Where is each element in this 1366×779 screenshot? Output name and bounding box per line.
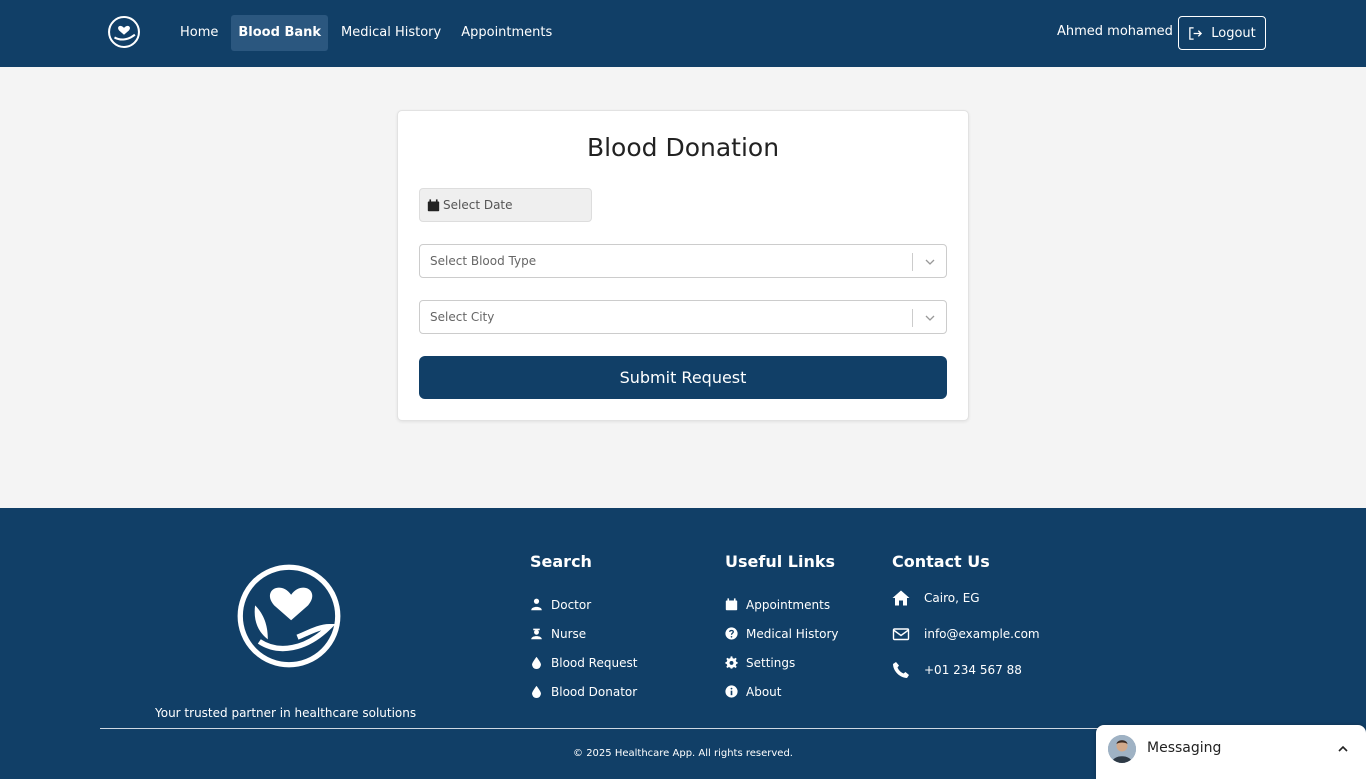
- contact-label: Cairo, EG: [924, 591, 980, 605]
- blood-drop-icon: [532, 685, 541, 698]
- blood-type-select[interactable]: Select Blood Type: [419, 244, 947, 278]
- footer-search-title: Search: [530, 552, 592, 571]
- footer-logo-icon: [237, 564, 341, 668]
- nav-appointments[interactable]: Appointments: [454, 15, 559, 51]
- footer-link-settings[interactable]: Settings: [725, 648, 838, 677]
- date-picker[interactable]: Select Date: [419, 188, 592, 222]
- nav-home[interactable]: Home: [173, 15, 225, 51]
- footer-link-label: Blood Donator: [551, 684, 638, 699]
- footer-contact-list: Cairo, EG info@example.com +01 234 567 8…: [892, 580, 1040, 688]
- messaging-widget[interactable]: Messaging: [1096, 725, 1366, 779]
- home-icon: [892, 590, 910, 606]
- chevron-down-icon: [925, 315, 935, 321]
- footer-link-label: Settings: [746, 655, 796, 670]
- blood-donation-card: Blood Donation Select Date Select Blood …: [397, 110, 969, 421]
- select-separator: [912, 253, 913, 271]
- messaging-label: Messaging: [1147, 740, 1222, 756]
- contact-label: +01 234 567 88: [924, 663, 1022, 677]
- footer-link-about[interactable]: About: [725, 677, 838, 706]
- footer-link-nurse[interactable]: Nurse: [530, 619, 637, 648]
- logout-label: Logout: [1211, 25, 1256, 41]
- navbar: Home Blood Bank Medical History Appointm…: [0, 0, 1366, 67]
- chevron-up-icon[interactable]: [1337, 743, 1349, 755]
- contact-label: info@example.com: [924, 627, 1040, 641]
- app-logo-icon[interactable]: [107, 15, 141, 49]
- user-md-icon: [531, 598, 542, 611]
- contact-phone[interactable]: +01 234 567 88: [892, 652, 1040, 688]
- footer-link-medical-history[interactable]: Medical History: [725, 619, 838, 648]
- phone-icon: [893, 662, 909, 678]
- user-name: Ahmed mohamed: [1057, 24, 1173, 39]
- nav-links: Home Blood Bank Medical History Appointm…: [173, 15, 565, 51]
- avatar: [1108, 735, 1136, 763]
- date-placeholder: Select Date: [443, 198, 513, 212]
- footer-divider: [100, 728, 1266, 729]
- city-select[interactable]: Select City: [419, 300, 947, 334]
- footer-link-label: Appointments: [746, 597, 831, 612]
- footer-link-label: Blood Request: [551, 655, 638, 670]
- city-placeholder: Select City: [430, 310, 495, 324]
- nav-medical-history[interactable]: Medical History: [334, 15, 448, 51]
- footer-useful-title: Useful Links: [725, 552, 836, 571]
- chevron-down-icon: [925, 259, 935, 265]
- info-icon: [725, 685, 738, 698]
- footer-link-blood-donator[interactable]: Blood Donator: [530, 677, 637, 706]
- select-separator: [912, 309, 913, 327]
- footer-link-label: Doctor: [551, 597, 592, 612]
- footer-link-label: About: [746, 684, 782, 699]
- footer-useful-list: Appointments Medical History Settings Ab…: [725, 590, 838, 706]
- logout-button[interactable]: Logout: [1178, 16, 1266, 50]
- footer-search-list: Doctor Nurse Blood Request Blood Donator: [530, 590, 637, 706]
- submit-request-button[interactable]: Submit Request: [419, 356, 947, 399]
- contact-address: Cairo, EG: [892, 580, 1040, 616]
- blood-drop-icon: [532, 656, 541, 669]
- calendar-icon: [427, 198, 440, 211]
- nav-blood-bank[interactable]: Blood Bank: [231, 15, 329, 51]
- contact-email[interactable]: info@example.com: [892, 616, 1040, 652]
- footer-link-label: Medical History: [746, 626, 839, 641]
- envelope-icon: [892, 628, 910, 641]
- avatar-icon: [1108, 735, 1136, 763]
- question-icon: [725, 627, 738, 640]
- footer-link-doctor[interactable]: Doctor: [530, 590, 637, 619]
- footer-link-label: Nurse: [551, 626, 587, 641]
- blood-type-placeholder: Select Blood Type: [430, 254, 537, 268]
- nurse-icon: [531, 628, 542, 640]
- logout-icon: [1189, 26, 1203, 40]
- gear-icon: [725, 656, 738, 669]
- footer-link-appointments[interactable]: Appointments: [725, 590, 838, 619]
- form-title: Blood Donation: [586, 133, 780, 162]
- calendar-icon: [725, 598, 738, 611]
- footer-link-blood-request[interactable]: Blood Request: [530, 648, 637, 677]
- footer-contact-title: Contact Us: [892, 552, 990, 571]
- footer-tagline: Your trusted partner in healthcare solut…: [155, 706, 417, 720]
